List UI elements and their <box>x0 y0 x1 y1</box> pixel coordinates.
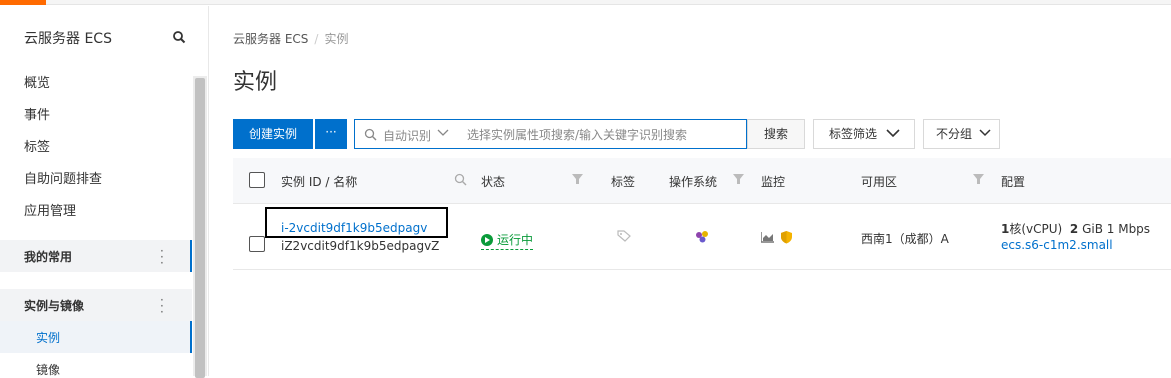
column-header-tags: 标签 <box>611 175 636 189</box>
sidebar-item-troubleshoot[interactable]: 自助问题排查 <box>24 168 102 187</box>
sidebar-item-tags[interactable]: 标签 <box>24 136 50 155</box>
more-vertical-icon[interactable]: · · · <box>160 294 164 318</box>
tag-filter-button[interactable]: 标签筛选 <box>813 119 915 149</box>
select-all-checkbox[interactable] <box>249 172 265 188</box>
column-header-config: 配置 <box>1001 175 1026 189</box>
linux-os-icon <box>696 231 708 243</box>
search-icon <box>364 128 377 141</box>
search-mode-select[interactable]: 自动识别 <box>383 127 431 144</box>
column-header-zone: 可用区 <box>861 175 898 189</box>
sidebar: 云服务器 ECS 概览 事件 标签 自助问题排查 应用管理 我的常用 · · · 实… <box>0 6 209 378</box>
search-button[interactable]: 搜索 <box>747 119 805 149</box>
tag-icon[interactable] <box>617 230 631 242</box>
search-input[interactable] <box>467 126 737 143</box>
breadcrumb-current: 实例 <box>324 32 349 46</box>
sidebar-group-favorites[interactable]: 我的常用 · · · <box>0 240 192 272</box>
create-instance-button[interactable]: 创建实例 <box>233 119 313 149</box>
chevron-down-icon <box>886 129 900 138</box>
brand-logo[interactable] <box>0 0 46 5</box>
memory-unit: GiB <box>1082 222 1103 236</box>
breadcrumb: 云服务器 ECS / 实例 <box>233 30 348 47</box>
filter-icon[interactable] <box>572 174 583 185</box>
sidebar-title: 云服务器 ECS <box>24 31 112 47</box>
sidebar-item-instances[interactable]: 实例 <box>0 321 192 353</box>
search-box[interactable]: 自动识别 <box>354 119 747 149</box>
running-icon <box>481 234 493 246</box>
sidebar-item-images[interactable]: 镜像 <box>36 361 60 378</box>
filter-icon[interactable] <box>733 174 744 185</box>
instance-spec: 1核(vCPU) 2 GiB 1 Mbps <box>1001 220 1150 237</box>
breadcrumb-root[interactable]: 云服务器 ECS <box>233 32 308 46</box>
cpu-unit: 核(vCPU) <box>1009 222 1063 236</box>
more-actions-button[interactable]: ··· <box>315 119 347 149</box>
sidebar-group-instances-images[interactable]: 实例与镜像 · · · <box>0 289 192 321</box>
table-header: 实例 ID / 名称 状态 标签 操作系统 监控 可用区 配置 <box>233 158 1171 204</box>
sidebar-group-label: 我的常用 <box>24 250 73 264</box>
chevron-down-icon <box>979 129 991 137</box>
instance-name: iZ2vcdit9df1k9b5edpagvZ <box>281 239 440 253</box>
zone-text: 西南1（成都）A <box>861 232 949 246</box>
sidebar-group-label: 实例与镜像 <box>24 299 85 313</box>
breadcrumb-separator: / <box>314 32 319 46</box>
sidebar-item-overview[interactable]: 概览 <box>24 72 50 91</box>
bandwidth: 1 Mbps <box>1106 222 1151 236</box>
tag-filter-label: 标签筛选 <box>829 127 878 141</box>
chevron-down-icon <box>437 129 449 136</box>
group-by-button[interactable]: 不分组 <box>923 119 1000 149</box>
instance-type-link[interactable]: ecs.s6-c1m2.small <box>1001 238 1113 252</box>
sidebar-item-app-management[interactable]: 应用管理 <box>24 200 76 219</box>
sidebar-item-events[interactable]: 事件 <box>24 104 50 123</box>
column-header-id-name[interactable]: 实例 ID / 名称 <box>281 173 357 190</box>
row-checkbox[interactable] <box>249 236 265 252</box>
sidebar-item-label: 实例 <box>36 331 61 345</box>
main-content: 云服务器 ECS / 实例 实例 创建实例 ··· 自动识别 搜索 标签筛选 不分组… <box>210 6 1171 376</box>
filter-icon[interactable] <box>973 174 984 185</box>
group-by-label: 不分组 <box>936 127 973 141</box>
column-header-os: 操作系统 <box>669 175 718 189</box>
page-title: 实例 <box>233 70 278 95</box>
status-badge: 运行中 <box>481 231 534 250</box>
column-header-monitor: 监控 <box>761 175 786 189</box>
search-icon[interactable] <box>454 173 467 186</box>
status-label: 运行中 <box>497 233 534 247</box>
security-shield-icon[interactable] <box>780 230 793 244</box>
more-vertical-icon[interactable]: · · · <box>160 245 164 269</box>
instance-id-link[interactable]: i-2vcdit9df1k9b5edpagv <box>281 221 427 235</box>
memory-value: 2 <box>1069 222 1079 236</box>
table-row: i-2vcdit9df1k9b5edpagv iZ2vcdit9df1k9b5e… <box>233 204 1171 270</box>
sidebar-scrollbar-thumb[interactable] <box>195 78 205 378</box>
chart-icon[interactable] <box>761 232 774 243</box>
top-bar <box>0 0 1171 5</box>
column-header-status: 状态 <box>481 175 506 189</box>
search-icon[interactable] <box>172 30 186 44</box>
